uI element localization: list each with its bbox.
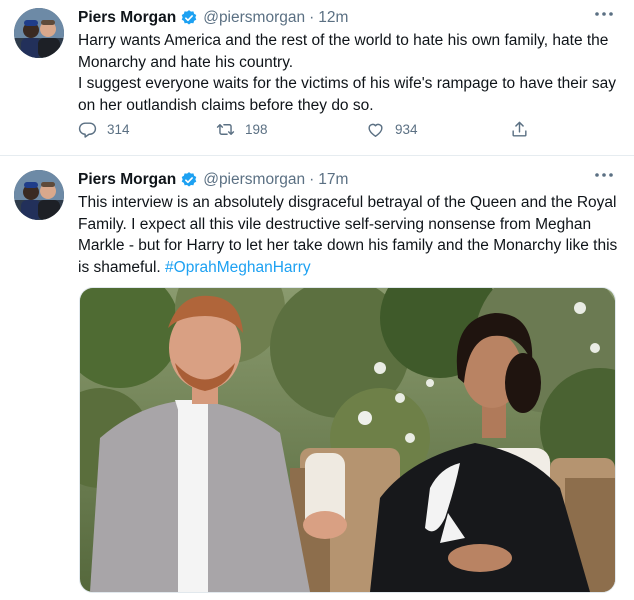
- tweet-text: Harry wants America and the rest of the …: [78, 30, 626, 116]
- like-icon: [368, 123, 383, 137]
- avatar[interactable]: [14, 170, 64, 220]
- reply-button[interactable]: 314: [78, 120, 130, 139]
- avatar[interactable]: [14, 8, 64, 58]
- author-name[interactable]: Piers Morgan: [78, 9, 176, 27]
- tweet-text-line: I suggest everyone waits for the victims…: [78, 75, 616, 114]
- more-options-icon[interactable]: [594, 169, 616, 183]
- author-name[interactable]: Piers Morgan: [78, 171, 176, 189]
- like-button[interactable]: 934: [366, 120, 418, 139]
- tweet-header: Piers Morgan @piersmorgan · 12m: [78, 7, 348, 29]
- verified-badge-icon: [181, 172, 197, 187]
- tweet[interactable]: Piers Morgan @piersmorgan · 12m Harry wa…: [0, 0, 634, 156]
- verified-badge-icon: [181, 10, 197, 25]
- tweet-feed: Piers Morgan @piersmorgan · 12m Harry wa…: [0, 0, 634, 600]
- reply-icon: [78, 122, 97, 138]
- retweet-button[interactable]: 198: [216, 120, 268, 139]
- retweet-icon: [216, 124, 235, 135]
- timestamp[interactable]: 12m: [318, 9, 348, 27]
- tweet-text: This interview is an absolutely disgrace…: [78, 192, 626, 278]
- timestamp[interactable]: 17m: [318, 171, 348, 189]
- share-icon: [512, 121, 527, 137]
- tweet[interactable]: Piers Morgan @piersmorgan · 17m This int…: [0, 156, 634, 600]
- retweet-count: 198: [245, 122, 268, 137]
- author-handle[interactable]: @piersmorgan: [203, 171, 305, 189]
- separator-dot: ·: [309, 171, 315, 188]
- hashtag-link[interactable]: #OprahMeghanHarry: [165, 259, 311, 276]
- tweet-text-line: Harry wants America and the rest of the …: [78, 32, 609, 71]
- author-handle[interactable]: @piersmorgan: [203, 9, 305, 27]
- like-count: 934: [395, 122, 418, 137]
- reply-count: 314: [107, 122, 130, 137]
- share-button[interactable]: [510, 120, 539, 139]
- tweet-text-body: This interview is an absolutely disgrace…: [78, 194, 618, 276]
- more-options-icon[interactable]: [594, 8, 616, 22]
- tweet-header: Piers Morgan @piersmorgan · 17m: [78, 169, 348, 191]
- separator-dot: ·: [309, 9, 315, 26]
- tweet-actions: 314 198 934: [78, 120, 548, 144]
- tweet-photo[interactable]: [79, 287, 616, 593]
